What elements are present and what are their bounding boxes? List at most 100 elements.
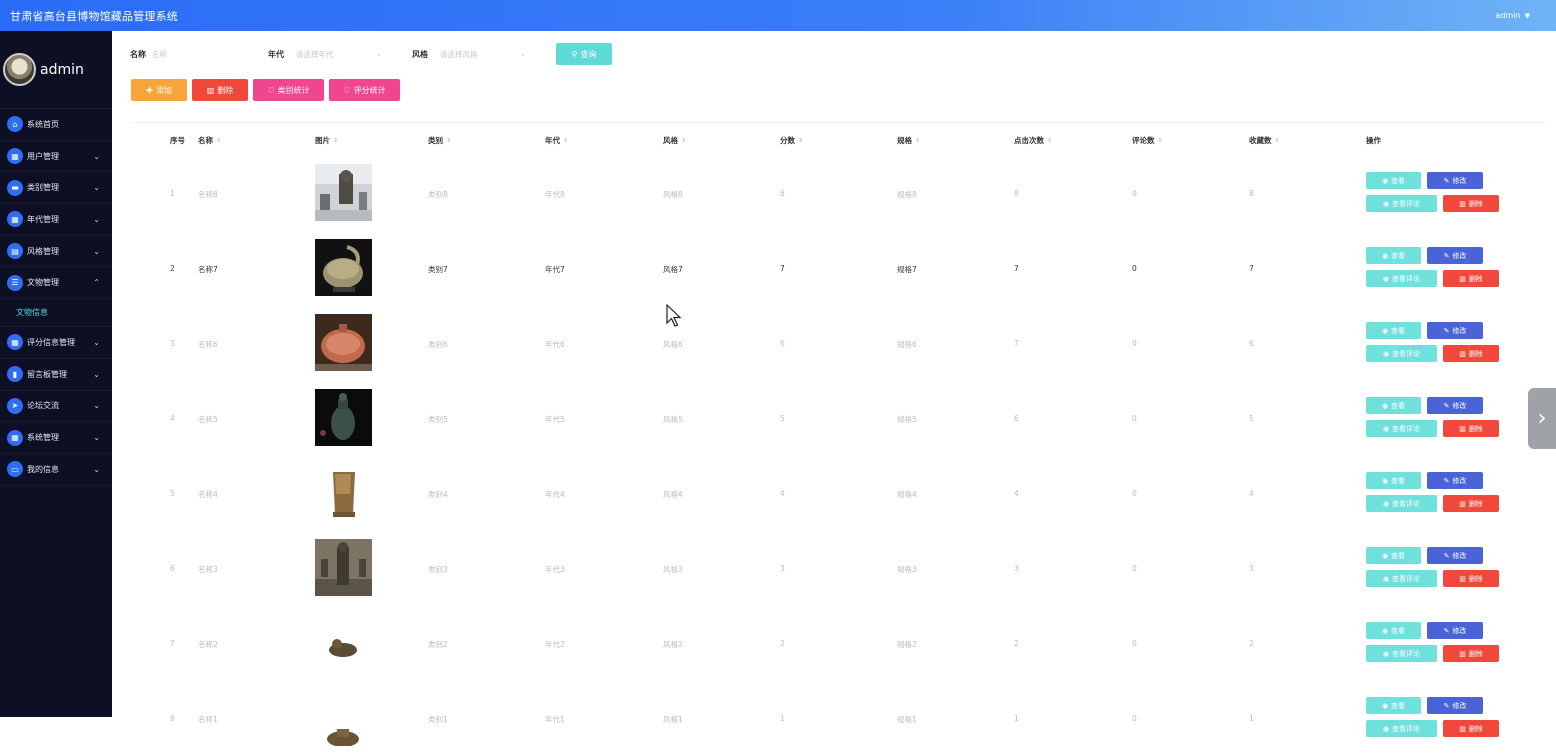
relic-thumbnail[interactable] [315,239,372,296]
sidebar-item-relics[interactable]: ☰ 文物管理 ⌃ [0,267,112,300]
header-clicks[interactable]: 点击次数 ⇕ [1014,135,1052,146]
edit-button[interactable]: ✎ 修改 [1427,472,1483,489]
delete-button[interactable]: ▥ 删除 [1443,195,1499,212]
delete-button[interactable]: ▥ 删除 [1443,720,1499,737]
relic-thumbnail[interactable] [315,689,372,746]
score-stats-button[interactable]: ♡ 评分统计 [329,79,400,101]
edit-button[interactable]: ✎ 修改 [1427,247,1483,264]
view-comments-button[interactable]: ◉ 查看评论 [1366,570,1437,587]
header-category[interactable]: 类别 ⇕ [428,135,451,146]
chevron-down-icon: ⌄ [520,50,526,58]
sidebar-item-category[interactable]: ▬ 类别管理 ⌄ [0,172,112,205]
cell-score: 7 [780,264,785,273]
sort-icon: ⇕ [563,137,569,144]
cell-comments: 0 [1132,564,1137,573]
header-name[interactable]: 名称 ⇕ [198,135,221,146]
sidebar-item-ratings[interactable]: ▦ 评分信息管理 ⌄ [0,327,112,359]
cell-category: 类别7 [428,265,448,274]
era-select[interactable]: 请选择年代 ⌄ [296,45,386,63]
header-image[interactable]: 图片 ⇕ [315,135,338,146]
cell-style: 风格1 [663,715,683,724]
sidebar-item-label: 用户管理 [27,151,59,161]
view-button[interactable]: ◉ 查看 [1366,322,1421,339]
view-button[interactable]: ◉ 查看 [1366,172,1421,189]
edit-button[interactable]: ✎ 修改 [1427,172,1483,189]
edit-button[interactable]: ✎ 修改 [1427,547,1483,564]
edit-button[interactable]: ✎ 修改 [1427,322,1483,339]
sidebar-item-message-board[interactable]: ▮ 留言板管理 ⌄ [0,359,112,391]
sidebar-item-forum[interactable]: ➤ 论坛交流 ⌄ [0,391,112,423]
header-style[interactable]: 风格 ⇕ [663,135,686,146]
eye-icon: ◉ [1381,326,1389,335]
view-button[interactable]: ◉ 查看 [1366,247,1421,264]
delete-button[interactable]: ▥ 删除 [1443,495,1499,512]
relic-thumbnail[interactable] [315,464,372,521]
view-comments-button[interactable]: ◉ 查看评论 [1366,270,1437,287]
edit-button[interactable]: ✎ 修改 [1427,397,1483,414]
view-button[interactable]: ◉ 查看 [1366,472,1421,489]
cell-era: 年代5 [545,415,565,424]
relic-thumbnail[interactable] [315,389,372,446]
view-comments-button[interactable]: ◉ 查看评论 [1366,195,1437,212]
profile-name: admin [40,61,84,78]
view-comments-button[interactable]: ◉ 查看评论 [1366,345,1437,362]
cell-index: 8 [170,714,175,723]
delete-button[interactable]: ▥ 删除 [1443,645,1499,662]
header-index: 序号 [170,136,185,145]
category-stats-button[interactable]: ♡ 类别统计 [253,79,324,101]
next-arrow-button[interactable]: › [1528,388,1556,449]
sidebar-subitem-relic-info[interactable]: 文物信息 [0,299,112,328]
view-comments-button[interactable]: ◉ 查看评论 [1366,495,1437,512]
sidebar-item-my-info[interactable]: ▭ 我的信息 ⌄ [0,454,112,486]
trash-icon: ▥ [1459,349,1466,358]
style-select[interactable]: 请选择风格 ⌄ [440,45,530,63]
eye-icon: ◉ [1382,274,1390,283]
relic-thumbnail[interactable] [315,614,372,671]
cell-index: 1 [170,189,175,198]
chevron-down-icon: ⌄ [93,183,100,193]
delete-button[interactable]: ▥ 删除 [1443,420,1499,437]
sidebar-item-system[interactable]: ▦ 系统管理 ⌄ [0,422,112,454]
edit-button[interactable]: ✎ 修改 [1427,697,1483,714]
cell-spec: 规格3 [897,565,917,574]
sort-icon: ⇕ [333,137,339,144]
relic-thumbnail[interactable] [315,164,372,221]
cell-style: 风格2 [663,640,683,649]
header-score[interactable]: 分数 ⇕ [780,135,803,146]
view-button[interactable]: ◉ 查看 [1366,697,1421,714]
table-body: 1 名称8 类别8 年代8 风格8 8 规格8 8 0 8 ◉ 查看 ✎ 修改 ◉ 查看评论 ▥ 删除 2… [130,156,1545,756]
sidebar-item-era[interactable]: ▦ 年代管理 ⌄ [0,204,112,236]
sidebar-item-home[interactable]: ⌂ 系统首页 [0,109,112,141]
grid-icon: ▦ [7,334,23,351]
sort-icon: ⇕ [216,137,222,144]
view-button[interactable]: ◉ 查看 [1366,397,1421,414]
relic-thumbnail[interactable] [315,539,372,596]
edit-button[interactable]: ✎ 修改 [1427,622,1483,639]
cell-score: 4 [780,489,785,498]
delete-button[interactable]: ▥ 删除 [1443,345,1499,362]
query-button[interactable]: ⚲ 查询 [556,43,612,65]
header-comments[interactable]: 评论数 ⇕ [1132,135,1163,146]
cell-category: 类别4 [428,490,448,499]
trash-icon: ▥ [1459,499,1466,508]
delete-button[interactable]: ▥ 删除 [1443,270,1499,287]
header-era[interactable]: 年代 ⇕ [545,135,568,146]
user-menu[interactable]: admin ▼ [1496,11,1544,20]
delete-button[interactable]: ▥ 删除 [1443,570,1499,587]
trash-icon: ▥ [1459,274,1466,283]
view-button[interactable]: ◉ 查看 [1366,622,1421,639]
sidebar-item-users[interactable]: ▦ 用户管理 ⌄ [0,141,112,173]
relic-thumbnail[interactable] [315,314,372,371]
header-favorites[interactable]: 收藏数 ⇕ [1249,135,1280,146]
view-comments-button[interactable]: ◉ 查看评论 [1366,645,1437,662]
view-button[interactable]: ◉ 查看 [1366,547,1421,564]
sidebar-item-style[interactable]: ▤ 风格管理 ⌄ [0,236,112,268]
cell-comments: 0 [1132,264,1137,273]
cell-favorites: 1 [1249,714,1254,723]
view-comments-button[interactable]: ◉ 查看评论 [1366,420,1437,437]
header-spec[interactable]: 规格 ⇕ [897,135,920,146]
name-search-input[interactable]: 名称 [152,45,242,63]
batch-delete-button[interactable]: ▥ 删除 [192,79,248,101]
view-comments-button[interactable]: ◉ 查看评论 [1366,720,1437,737]
add-button[interactable]: ✚ 添加 [131,79,187,101]
